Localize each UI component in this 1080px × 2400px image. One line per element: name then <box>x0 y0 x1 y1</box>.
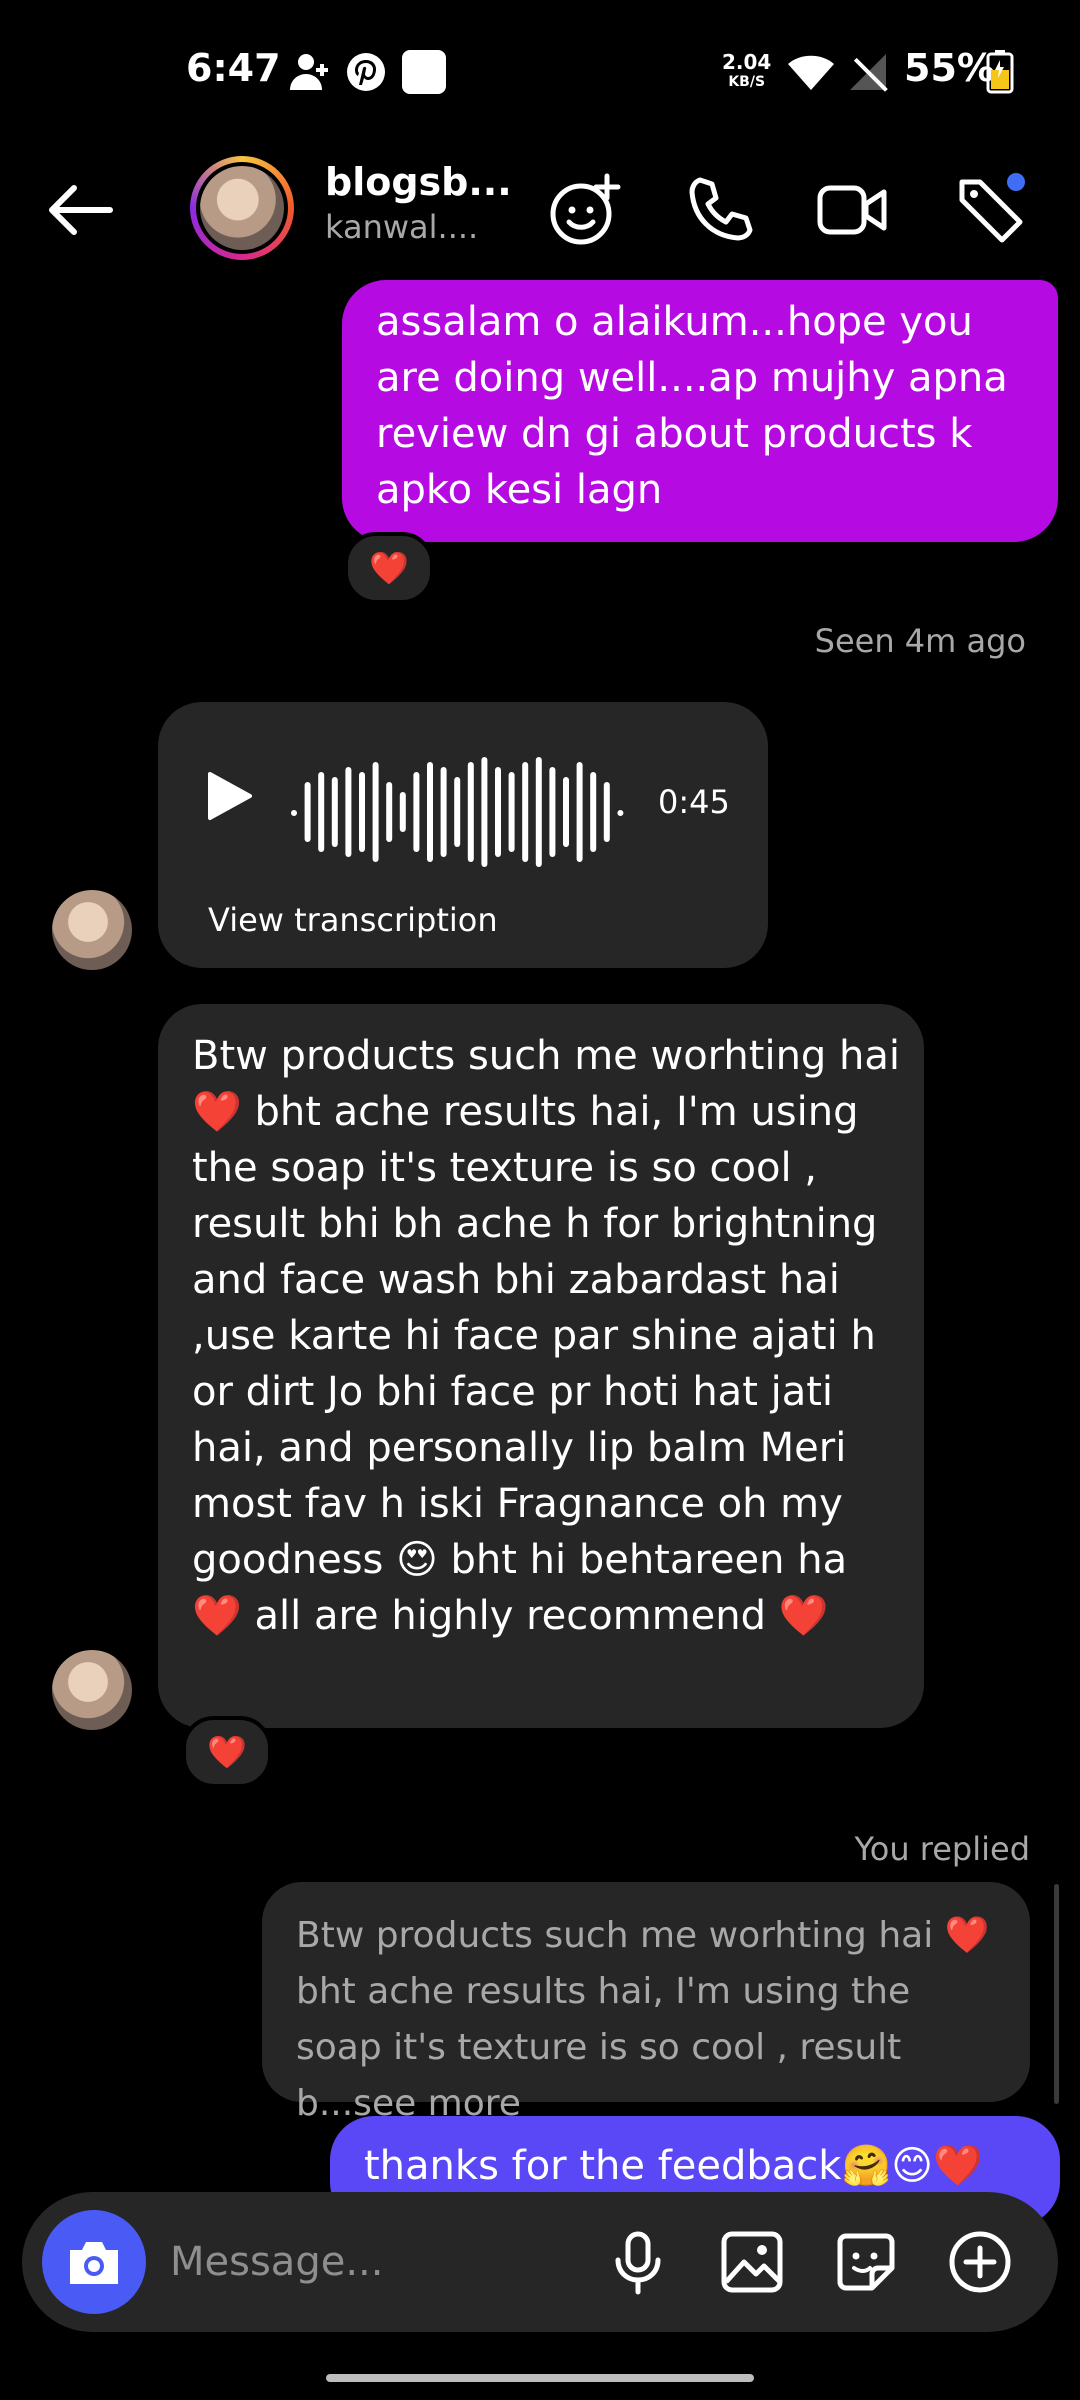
camera-button[interactable] <box>42 2210 146 2314</box>
message-text: assalam o alaikum...hope you are doing w… <box>376 299 1008 513</box>
heart-reaction[interactable]: ❤️ <box>344 532 434 604</box>
avatar-image <box>200 166 284 250</box>
seen-status: Seen 4m ago <box>814 622 1026 660</box>
sticker-icon[interactable] <box>830 2226 902 2298</box>
outgoing-message-bubble[interactable]: assalam o alaikum...hope you are doing w… <box>342 280 1058 542</box>
battery-charging-icon <box>986 50 1014 94</box>
waveform-bar <box>454 777 461 847</box>
incoming-message-bubble[interactable]: Btw products such me worhting hai ❤️ bht… <box>158 1004 924 1728</box>
play-icon[interactable] <box>206 770 254 822</box>
sender-avatar[interactable] <box>52 890 132 970</box>
waveform-bar <box>603 782 610 842</box>
message-text: thanks for the feedback🤗😊❤️ <box>364 2143 983 2189</box>
gallery-icon[interactable] <box>716 2226 788 2298</box>
chat-header: blogsb... kanwal.... <box>0 150 1080 270</box>
waveform-bar <box>427 762 433 862</box>
network-speed-value: 2.04 <box>722 50 772 74</box>
message-composer <box>22 2192 1058 2332</box>
message-input[interactable] <box>168 2230 592 2294</box>
battery-percentage: 55% <box>904 46 995 90</box>
waveform-bar <box>345 767 352 857</box>
status-bar: 6:47 2.04 KB/S 55% <box>0 0 1080 140</box>
contact-username[interactable]: kanwal.... <box>325 208 478 246</box>
waveform-bar <box>576 762 583 862</box>
waveform-bar <box>535 757 542 867</box>
scrollbar[interactable] <box>1054 1884 1059 2104</box>
waveform-bar <box>331 777 338 847</box>
tag-icon[interactable] <box>952 170 1032 250</box>
waveform-bar <box>617 810 624 816</box>
video-call-icon[interactable] <box>812 170 892 250</box>
microphone-icon[interactable] <box>602 2226 674 2298</box>
add-contact-notification-icon <box>290 54 328 90</box>
quoted-message[interactable]: Btw products such me worhting hai ❤️ bht… <box>262 1882 1030 2124</box>
no-signal-icon <box>850 54 888 92</box>
voice-message-bubble[interactable]: 0:45 View transcription <box>158 702 768 968</box>
waveform-bar <box>508 772 515 852</box>
heart-reaction[interactable]: ❤️ <box>182 1716 272 1788</box>
network-speed: 2.04 KB/S <box>722 52 771 92</box>
waveform-bar <box>440 767 447 857</box>
plus-circle-icon[interactable] <box>944 2226 1016 2298</box>
back-arrow-icon[interactable] <box>44 180 114 240</box>
voice-call-icon[interactable] <box>680 170 760 250</box>
sender-avatar[interactable] <box>52 1650 132 1730</box>
you-replied-label: You replied <box>854 1830 1030 1868</box>
add-sticker-icon[interactable] <box>545 170 625 250</box>
waveform-bar <box>413 772 420 852</box>
waveform-bar <box>549 767 556 857</box>
audio-waveform[interactable] <box>288 752 628 872</box>
status-time: 6:47 <box>186 46 281 90</box>
pinterest-notification-icon <box>347 53 385 91</box>
wifi-icon <box>788 55 834 90</box>
waveform-bar <box>359 772 365 852</box>
waveform-bar <box>399 792 406 832</box>
waveform-bar <box>372 762 379 862</box>
waveform-bar <box>467 762 474 862</box>
waveform-bar <box>563 777 569 847</box>
view-transcription-link[interactable]: View transcription <box>208 892 498 948</box>
network-speed-unit: KB/S <box>728 74 766 90</box>
waveform-bar <box>291 810 297 816</box>
quoted-text: Btw products such me worhting hai ❤️ bht… <box>296 1915 990 2124</box>
camera-icon <box>70 2242 118 2284</box>
home-indicator[interactable] <box>326 2374 754 2382</box>
waveform-bar <box>304 782 311 842</box>
waveform-bar <box>495 767 501 857</box>
voice-duration: 0:45 <box>658 783 730 821</box>
waveform-bar <box>522 762 529 862</box>
waveform-bar <box>481 757 488 867</box>
contact-avatar[interactable] <box>190 156 294 260</box>
waveform-bar <box>590 772 597 852</box>
message-text: Btw products such me worhting hai ❤️ bht… <box>192 1033 901 1639</box>
waveform-bar <box>318 772 325 852</box>
waveform-bar <box>386 782 393 842</box>
square-notification-icon <box>402 50 446 94</box>
contact-name[interactable]: blogsb... <box>325 160 512 204</box>
